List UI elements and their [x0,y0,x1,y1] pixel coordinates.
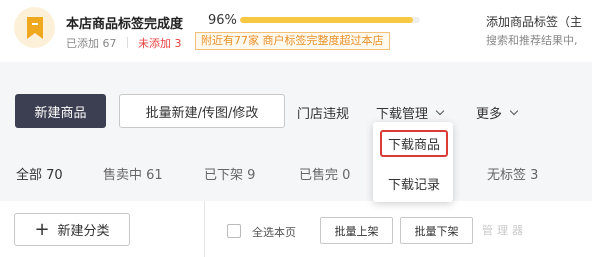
download-dropdown-menu: 下载商品 下载记录 [373,122,453,202]
add-category-button[interactable]: + 新建分类 [14,213,130,246]
new-product-button[interactable]: 新建商品 [15,94,106,128]
store-violations-link[interactable]: 门店违规 [297,103,349,122]
completion-banner: 本店商品标签完成度 96% 已添加 67 未添加 3 附近有77家 商户标签完整… [0,0,592,62]
select-page-label[interactable]: 全选本页 [252,224,296,240]
toolbar-divider [204,201,205,257]
batch-delist-button[interactable]: 批量下架 [400,217,473,244]
not-added-count[interactable]: 未添加 3 [138,35,182,51]
more-menu[interactable]: 更多 [476,103,519,122]
batch-list-button[interactable]: 批量上架 [320,217,393,244]
tab-sold-out[interactable]: 已售完 0 [299,164,350,183]
compare-chip: 附近有77家 商户标签完整度超过本店 [195,32,390,50]
completion-percent: 96% [208,13,237,28]
more-label: 更多 [476,107,503,122]
watermark-text: 管理器 [482,224,527,237]
batch-edit-button[interactable]: 批量新建/传图/修改 [119,94,285,128]
plus-icon: + [34,218,50,240]
completion-title: 本店商品标签完成度 [66,17,184,32]
tab-all[interactable]: 全部 70 [16,164,63,183]
completion-progress-fill [240,17,413,23]
download-records-item[interactable]: 下载记录 [380,170,448,197]
tab-delisted[interactable]: 已下架 9 [204,164,255,183]
completion-progress-bar [240,17,420,23]
add-category-label: 新建分类 [57,224,110,239]
tag-badge [14,7,55,48]
download-products-item[interactable]: 下载商品 [380,130,448,157]
store-violations-label: 门店违规 [297,107,350,122]
chevron-down-icon [435,106,445,115]
separator [127,37,128,48]
side-description: 搜索和推荐结果中, [486,34,578,47]
select-page-checkbox[interactable] [227,224,241,238]
download-manage-label: 下载管理 [376,107,429,122]
download-manage-menu[interactable]: 下载管理 [376,103,445,122]
chevron-down-icon [509,106,519,115]
tab-on-sale[interactable]: 售卖中 61 [103,164,163,183]
side-title: 添加商品标签（主 [486,15,583,29]
bookmark-tag-icon [26,16,43,39]
tab-no-tags[interactable]: 无标签 3 [487,164,538,183]
added-count: 已添加 67 [66,37,117,50]
